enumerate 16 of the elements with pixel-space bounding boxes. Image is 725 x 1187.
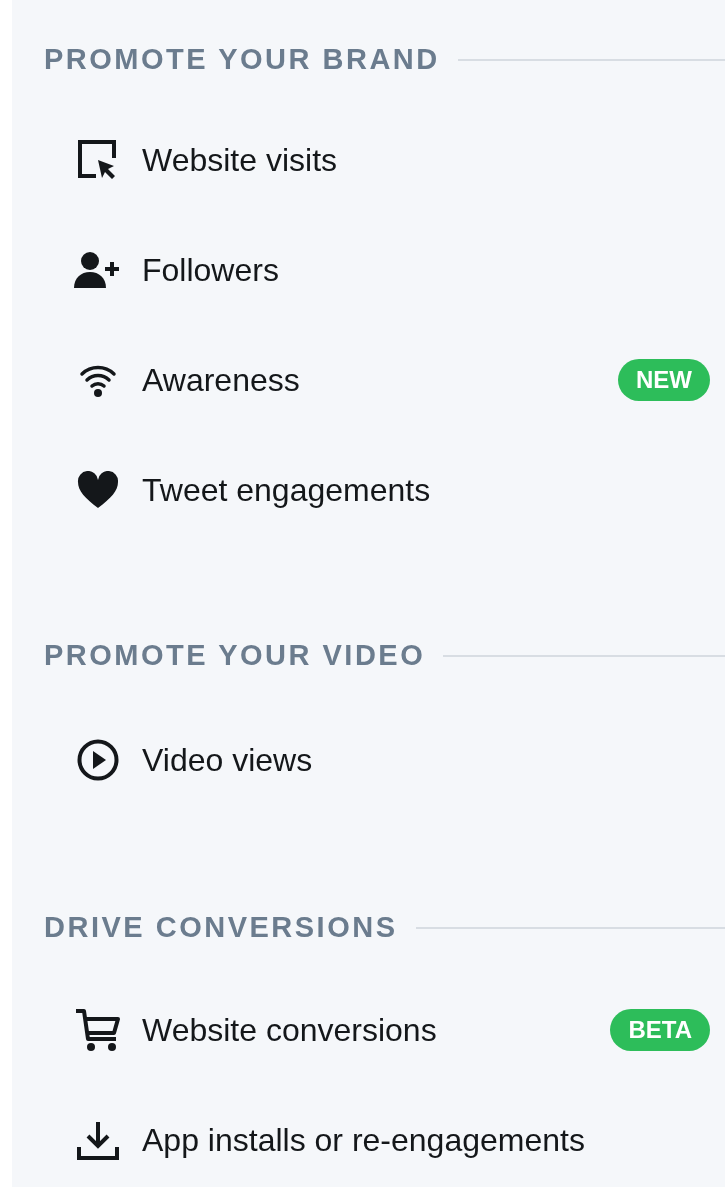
section-heading: PROMOTE YOUR BRAND [44,42,440,78]
menu-item[interactable]: Website visits [142,136,337,184]
cart-icon [74,1007,122,1053]
download-icon [76,1119,120,1161]
menu-item[interactable]: Video views [142,736,313,784]
menu-item[interactable]: Tweet engagements [142,466,431,514]
status-badge: NEW [618,359,710,401]
section-heading: DRIVE CONVERSIONS [44,910,398,946]
status-badge: BETA [610,1009,710,1051]
play-icon [77,739,119,781]
heart-icon [77,471,119,509]
menu-item[interactable]: Followers [142,246,279,294]
section-heading: PROMOTE YOUR VIDEO [44,638,426,674]
menu-item[interactable]: Website conversions [142,1006,437,1054]
menu-item[interactable]: App installs or re-engagements [142,1116,585,1164]
menu-item[interactable]: Awareness [142,356,300,404]
